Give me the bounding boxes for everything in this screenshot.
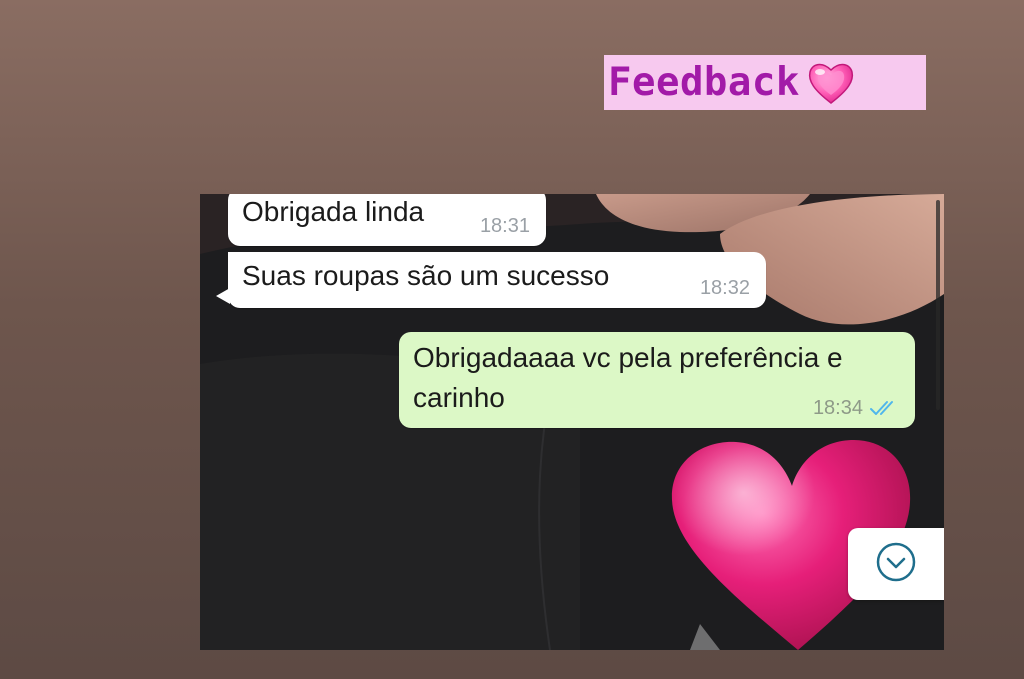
message-meta: 18:34	[813, 398, 899, 418]
scroll-to-bottom-button[interactable]	[848, 528, 944, 600]
incoming-message-bubble[interactable]: Suas roupas são um sucesso 18:32	[216, 252, 766, 308]
bubble-tail	[216, 288, 230, 304]
double-check-read-icon	[869, 399, 899, 417]
scrollbar-thumb[interactable]	[936, 200, 940, 410]
message-timestamp: 18:34	[812, 397, 863, 419]
chat-screenshot: Obrigada linda 18:31 Suas roupas são um …	[200, 194, 944, 650]
feedback-sticker: Feedback	[604, 55, 926, 110]
incoming-message-bubble[interactable]: Obrigada linda 18:31	[228, 194, 546, 246]
message-timestamp: 18:32	[699, 277, 750, 299]
outgoing-message-bubble[interactable]: Obrigadaaaa vc pela preferência e carinh…	[399, 332, 915, 428]
feedback-label: Feedback	[608, 60, 800, 105]
message-timestamp: 18:31	[479, 215, 530, 237]
chevron-down-circle-icon	[875, 541, 917, 588]
message-text: Suas roupas são um sucesso	[242, 260, 610, 291]
sparkling-heart-icon	[806, 60, 856, 106]
